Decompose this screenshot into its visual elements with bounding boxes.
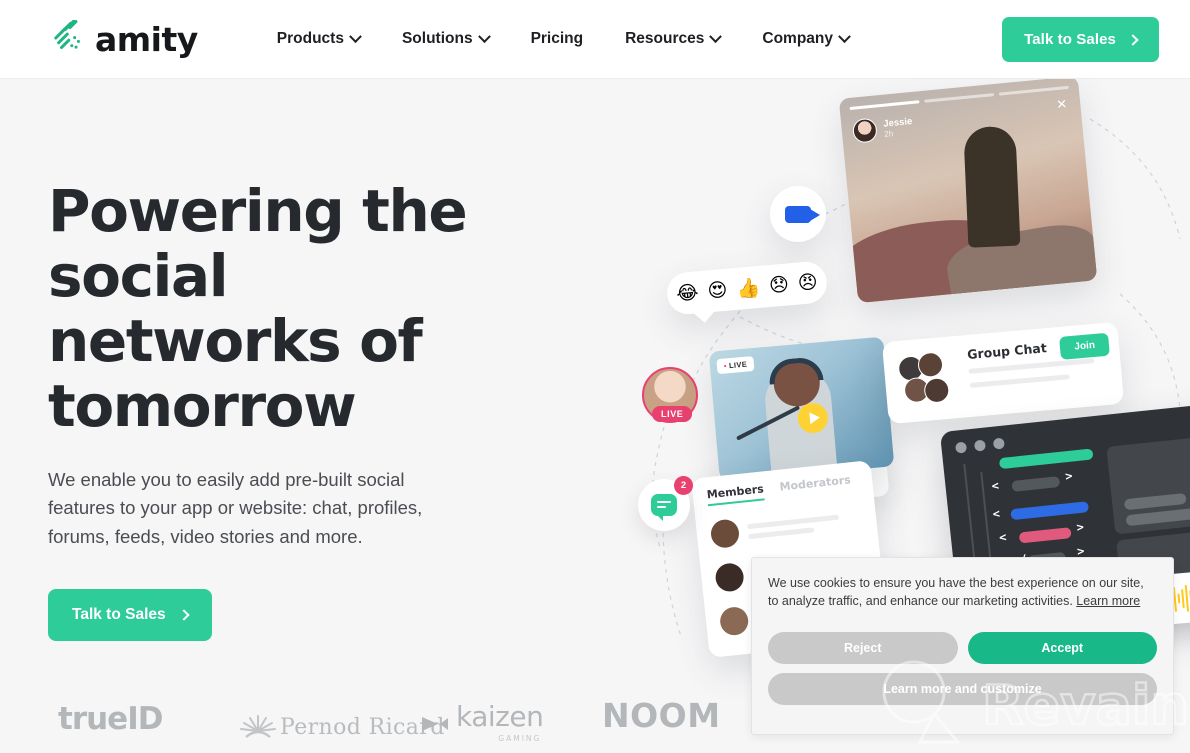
cookie-reject-button[interactable]: Reject	[768, 632, 958, 665]
cookie-consent-banner: We use cookies to ensure you have the be…	[751, 557, 1174, 735]
emoji-sad-icon[interactable]: 😞	[768, 273, 790, 297]
chat-notification-badge[interactable]: 2	[638, 476, 693, 531]
pernod-sunburst-icon	[240, 715, 276, 738]
hero-subheading: We enable you to easily add pre-built so…	[48, 468, 423, 548]
hero-copy: Powering the social networks of tomorrow…	[48, 179, 608, 641]
amity-diamond-logo-icon	[50, 20, 84, 56]
nav-item-products[interactable]: Products	[256, 20, 381, 58]
logo-trueid: trueID	[58, 701, 163, 737]
emoji-angry-icon[interactable]: 😠	[797, 271, 819, 295]
story-user: Jessie 2h	[851, 114, 914, 144]
code-angle-bracket: <	[991, 506, 1001, 522]
emoji-laugh-icon[interactable]: 😂	[675, 281, 699, 305]
cookie-accept-button[interactable]: Accept	[967, 632, 1157, 665]
avatar	[718, 605, 750, 637]
group-chat-avatars	[897, 351, 963, 411]
editor-gutter-2	[980, 472, 993, 568]
members-tabs: Members Moderators	[706, 473, 852, 507]
chevron-down-icon	[477, 29, 491, 43]
chevron-down-icon	[838, 29, 851, 43]
chevron-down-icon	[709, 29, 723, 43]
site-header: amity Products Solutions Pricing Resourc…	[0, 0, 1190, 79]
amity-landing-page: amity Products Solutions Pricing Resourc…	[0, 0, 1190, 753]
hero-talk-to-sales-button[interactable]: Talk to Sales	[48, 588, 212, 641]
cookie-message: We use cookies to ensure you have the be…	[768, 574, 1157, 610]
avatar	[709, 518, 741, 550]
code-angle-bracket: <	[991, 478, 1000, 494]
tab-moderators[interactable]: Moderators	[779, 473, 852, 498]
group-chat-join-button[interactable]: Join	[1059, 332, 1110, 360]
cookie-button-row: Reject Accept	[768, 632, 1157, 665]
window-dots	[955, 437, 1005, 454]
header-talk-to-sales-button[interactable]: Talk to Sales	[1002, 17, 1159, 62]
group-chat-title: Group Chat	[966, 340, 1048, 363]
brand-name: amity	[95, 19, 198, 59]
cookie-learn-more-link[interactable]: Learn more	[1076, 594, 1140, 608]
headphones-icon	[767, 356, 824, 385]
main-navigation: Products Solutions Pricing Resources Com…	[256, 20, 870, 58]
notification-count: 2	[674, 476, 693, 495]
video-camera-icon	[785, 205, 820, 223]
emoji-heart-eyes-icon[interactable]: 😍	[707, 279, 729, 303]
nav-item-company[interactable]: Company	[741, 20, 870, 58]
logo-pernod-ricard: Pernod Ricard	[236, 714, 445, 740]
nav-label-company: Company	[762, 30, 833, 47]
chevron-right-icon	[177, 609, 190, 621]
avatar	[851, 117, 878, 144]
code-angle-bracket: >	[1075, 519, 1085, 535]
page-title: Powering the social networks of tomorrow	[48, 177, 468, 440]
logo-noom: NOOM	[602, 696, 721, 735]
editor-preview-panel	[1106, 433, 1190, 535]
member-row[interactable]	[709, 508, 841, 550]
nav-item-solutions[interactable]: Solutions	[381, 20, 510, 58]
code-angle-bracket: >	[1064, 468, 1074, 484]
tab-members[interactable]: Members	[706, 482, 765, 507]
chevron-right-icon	[1127, 33, 1139, 46]
nav-label-solutions: Solutions	[401, 30, 473, 47]
brand-logo[interactable]: amity	[48, 20, 198, 58]
stream-live-badge: LIVE	[716, 355, 755, 375]
video-call-badge	[770, 186, 826, 242]
nav-item-resources[interactable]: Resources	[604, 20, 741, 58]
live-badge: LIVE	[652, 406, 693, 422]
nav-label-products: Products	[276, 30, 344, 47]
code-angle-bracket: <	[998, 529, 1008, 545]
nav-item-pricing[interactable]: Pricing	[510, 20, 605, 58]
story-person	[963, 125, 1021, 248]
story-timestamp: 2h	[883, 129, 894, 140]
hero-cta-label: Talk to Sales	[72, 605, 166, 623]
cookie-customize-button[interactable]: Learn more and customize	[768, 673, 1157, 706]
kaizen-play-icon	[422, 717, 448, 731]
live-stream-card[interactable]: LIVE	[708, 336, 895, 482]
chat-bubble-icon	[651, 494, 677, 521]
emoji-thumbs-up-icon[interactable]: 👍	[735, 275, 760, 300]
story-card[interactable]: Jessie 2h ✕	[838, 79, 1098, 304]
header-cta-label: Talk to Sales	[1024, 31, 1116, 48]
avatar	[714, 562, 745, 593]
close-icon[interactable]: ✕	[1056, 96, 1068, 112]
nav-label-pricing: Pricing	[530, 30, 584, 47]
nav-label-resources: Resources	[625, 30, 705, 47]
chevron-down-icon	[349, 29, 362, 43]
logo-kaizen-gaming: kaizen GAMING	[420, 700, 544, 743]
